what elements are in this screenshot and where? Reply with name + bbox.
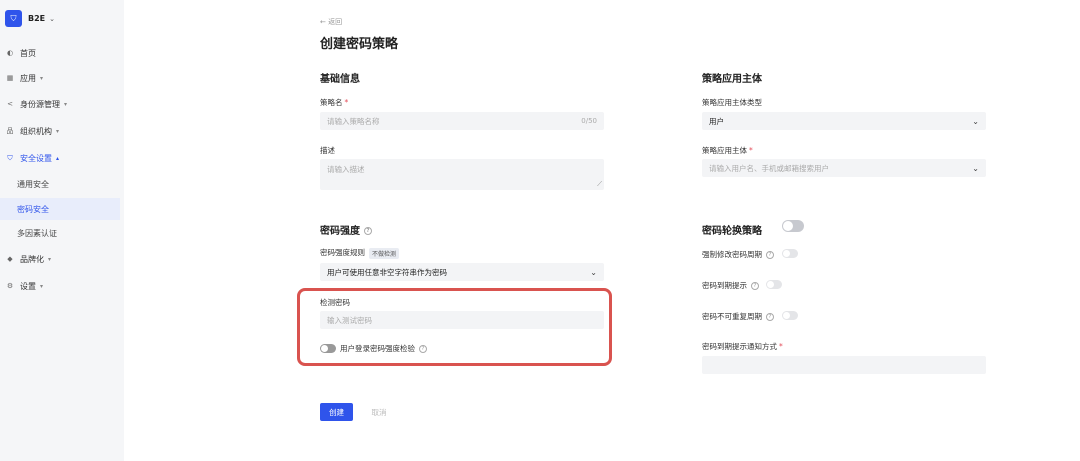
sidebar-item-label: 品牌化 (20, 254, 44, 264)
arrow-left-icon: ← (320, 18, 326, 26)
chevron-down-icon: ⌄ (590, 267, 597, 277)
back-label: 返回 (328, 18, 343, 26)
policy-name-label-text: 策略名 (320, 98, 343, 107)
sidebar-item-branding[interactable]: ◆ 品牌化 ▾ (0, 248, 124, 270)
strength-rule-label-text: 密码强度规则 (320, 248, 365, 257)
section-title-subject: 策略应用主体 (702, 74, 762, 85)
subject-label-text: 策略应用主体 (702, 146, 747, 155)
policy-name-placeholder: 请输入策略名称 (327, 116, 380, 126)
section-title-strength: 密码强度? (320, 222, 372, 237)
no-repeat-text: 密码不可重复周期 (702, 312, 762, 321)
chevron-down-icon: ▾ (40, 282, 44, 290)
help-icon[interactable]: ? (766, 251, 774, 259)
highlight-annotation (297, 288, 612, 366)
sidebar-subitem-general-security[interactable]: 通用安全 (0, 173, 120, 195)
description-placeholder: 请输入描述 (327, 165, 365, 174)
chevron-up-icon: ▴ (56, 154, 60, 162)
description-label: 描述 (320, 146, 335, 155)
brand-name: B2E (28, 14, 46, 23)
grid-icon: ▦ (6, 74, 14, 82)
page-title: 创建密码策略 (320, 37, 399, 52)
sidebar-item-home[interactable]: ◐ 首页 (0, 42, 124, 64)
subject-placeholder: 请输入用户名、手机或邮箱搜索用户 (709, 163, 829, 173)
subject-type-label: 策略应用主体类型 (702, 98, 762, 107)
sidebar-subitem-password-security[interactable]: 密码安全 (0, 198, 120, 220)
chevron-down-icon: ▾ (64, 100, 68, 108)
sidebar-subitem-mfa[interactable]: 多因素认证 (0, 222, 120, 244)
sidebar-item-apps[interactable]: ▦ 应用 ▾ (0, 67, 124, 89)
sidebar-item-label: 组织机构 (20, 126, 52, 136)
force-change-label: 强制修改密码周期? (702, 249, 774, 260)
sidebar-subitem-label: 通用安全 (17, 179, 49, 189)
brand-switcher[interactable]: ⛉ B2E ⌄ (5, 10, 55, 27)
sidebar-item-organization[interactable]: 品 组织机构 ▾ (0, 120, 124, 142)
force-change-text: 强制修改密码周期 (702, 250, 762, 259)
chevron-down-icon: ▾ (56, 127, 60, 135)
sidebar-item-identity-sources[interactable]: < 身份源管理 ▾ (0, 93, 124, 115)
rotation-toggle[interactable] (782, 220, 804, 232)
chevron-down-icon: ⌄ (49, 14, 56, 23)
sidebar-item-label: 应用 (20, 73, 36, 83)
notify-method-select[interactable] (702, 356, 986, 374)
required-mark: * (779, 342, 783, 351)
sidebar-item-label: 设置 (20, 281, 36, 291)
sidebar-item-label: 首页 (20, 48, 36, 58)
no-repeat-label: 密码不可重复周期? (702, 311, 774, 322)
policy-name-input[interactable]: 请输入策略名称 0/50 (320, 112, 604, 130)
cancel-button[interactable]: 取消 (368, 403, 390, 421)
chevron-down-icon: ▾ (48, 255, 52, 263)
help-icon[interactable]: ? (766, 313, 774, 321)
strength-rule-label: 密码强度规则 不做检测 (320, 247, 400, 259)
sidebar: ⛉ B2E ⌄ ◐ 首页 ▦ 应用 ▾ < 身份源管理 ▾ 品 组织机构 ▾ ⛉… (0, 0, 124, 461)
notify-method-label: 密码到期提示通知方式 * (702, 341, 783, 352)
org-icon: 品 (6, 127, 14, 135)
gear-icon: ⚙ (6, 282, 14, 290)
back-link[interactable]: ← 返回 (320, 17, 342, 27)
sidebar-item-security[interactable]: ⛉ 安全设置 ▴ (0, 147, 124, 169)
resize-handle-icon[interactable]: ⟋ (597, 180, 602, 189)
strength-rule-value: 用户可使用任意非空字符串作为密码 (327, 267, 447, 277)
help-icon[interactable]: ? (751, 282, 759, 290)
subject-type-select[interactable]: 用户 ⌄ (702, 112, 986, 130)
home-icon: ◐ (6, 49, 14, 57)
create-button[interactable]: 创建 (320, 403, 353, 421)
no-repeat-toggle[interactable] (782, 311, 798, 320)
status-badge: 不做检测 (369, 247, 400, 259)
brand-icon: ◆ (7, 255, 13, 263)
subject-label: 策略应用主体 * (702, 145, 753, 156)
section-title-basic: 基础信息 (320, 74, 360, 85)
shield-icon: ⛉ (7, 153, 13, 162)
policy-name-label: 策略名 * (320, 97, 348, 108)
required-mark: * (749, 146, 753, 155)
expire-notice-toggle[interactable] (766, 280, 782, 289)
expire-notice-text: 密码到期提示 (702, 281, 747, 290)
expire-notice-label: 密码到期提示? (702, 280, 759, 291)
sidebar-item-settings[interactable]: ⚙ 设置 ▾ (0, 275, 124, 297)
share-icon: < (7, 100, 13, 108)
strength-title-text: 密码强度 (320, 226, 360, 237)
sidebar-item-label: 身份源管理 (20, 99, 60, 109)
sidebar-item-label: 安全设置 (20, 153, 52, 163)
required-mark: * (344, 98, 349, 107)
description-textarea[interactable]: 请输入描述 ⟋ (320, 159, 604, 190)
section-title-rotation: 密码轮换策略 (702, 226, 762, 237)
subject-type-value: 用户 (709, 116, 724, 126)
sidebar-subitem-label: 密码安全 (17, 204, 49, 214)
help-icon[interactable]: ? (364, 227, 372, 235)
brand-logo-icon: ⛉ (5, 10, 22, 27)
sidebar-subitem-label: 多因素认证 (17, 228, 57, 238)
strength-rule-select[interactable]: 用户可使用任意非空字符串作为密码 ⌄ (320, 263, 604, 281)
subject-select[interactable]: 请输入用户名、手机或邮箱搜索用户 ⌄ (702, 159, 986, 177)
force-change-toggle[interactable] (782, 249, 798, 258)
char-counter: 0/50 (581, 117, 597, 125)
notify-method-text: 密码到期提示通知方式 (702, 342, 777, 351)
chevron-down-icon: ▾ (40, 74, 44, 82)
chevron-down-icon: ⌄ (972, 116, 979, 126)
chevron-down-icon: ⌄ (972, 163, 979, 173)
